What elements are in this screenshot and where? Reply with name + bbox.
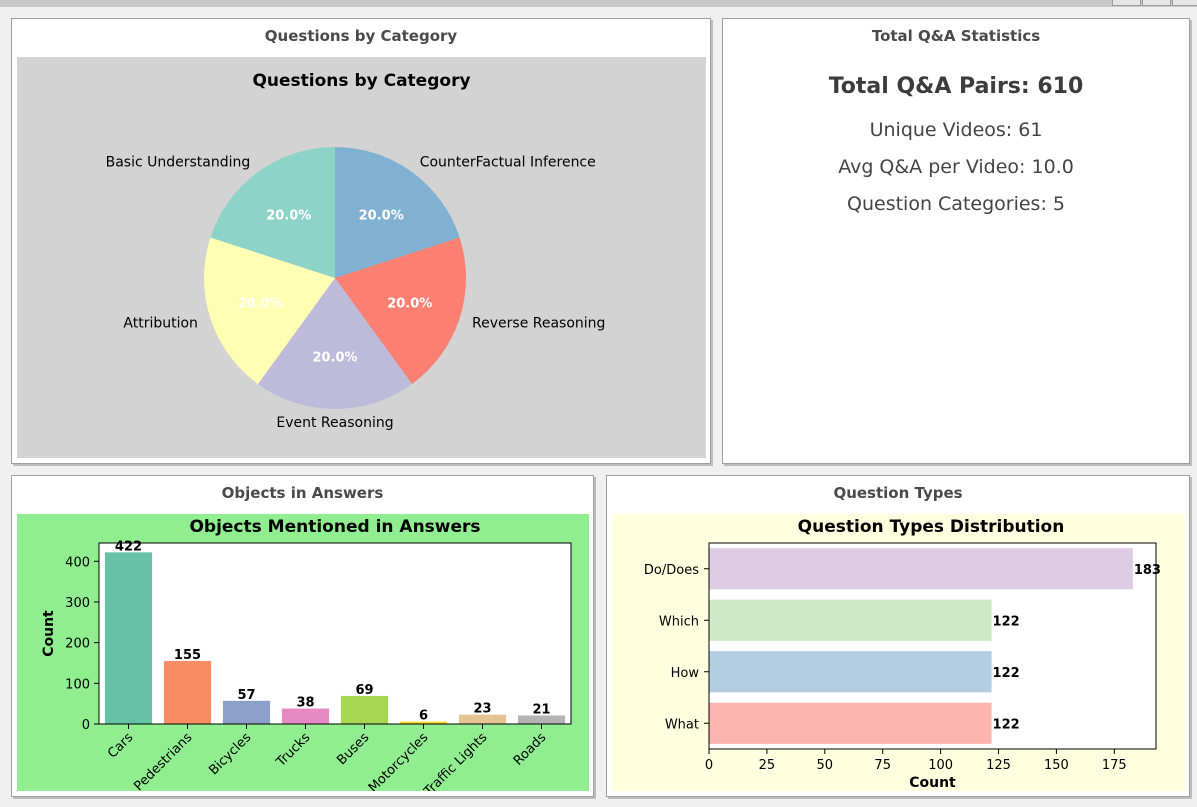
object-value-label: 69 [355, 683, 373, 698]
type-bar [709, 702, 992, 744]
stats-panel-title: Total Q&A Statistics [871, 27, 1041, 45]
object-bar [104, 552, 153, 724]
object-bar [222, 700, 271, 724]
pie-category-label: Reverse Reasoning [472, 316, 605, 332]
object-bar [340, 695, 389, 724]
unique-videos-text: Unique Videos: 61 [869, 119, 1043, 141]
pie-pct-label: 20.0% [387, 296, 432, 311]
type-bar [709, 599, 992, 641]
pie-category-label: Basic Understanding [106, 154, 251, 170]
y-tick-label: 400 [65, 555, 90, 570]
category-pie-chart: Questions by Category 20.0% CounterFactual… [17, 57, 706, 458]
y-tick-label: 200 [65, 637, 90, 652]
close-button[interactable] [1172, 0, 1197, 6]
pie-pct-label: 20.0% [238, 296, 283, 311]
stats-panel: Total Q&A Statistics Total Q&A Pairs: 61… [722, 18, 1190, 464]
y-tick-label: 0 [82, 718, 90, 733]
pie-pct-label: 20.0% [359, 208, 404, 223]
question-types-chart: Question Types Distribution 0 25 50 75 100 125… [612, 514, 1185, 791]
pie-chart-title: Questions by Category [252, 71, 470, 91]
x-tick-label: 25 [759, 758, 776, 773]
category-count-text: Question Categories: 5 [847, 193, 1065, 215]
objects-y-axis-label: Count [41, 610, 57, 657]
y-category-label: How [671, 666, 700, 681]
pie-category-label: CounterFactual Inference [420, 154, 596, 170]
object-value-label: 23 [473, 702, 491, 717]
object-value-label: 57 [237, 688, 255, 703]
pie-category-label: Attribution [123, 316, 198, 332]
minimize-button[interactable] [1112, 0, 1141, 6]
object-value-label: 21 [532, 702, 550, 717]
y-category-label: Which [659, 614, 699, 629]
type-value-label: 122 [993, 614, 1020, 629]
object-value-label: 155 [174, 648, 201, 663]
object-value-label: 38 [296, 696, 314, 711]
type-value-label: 122 [993, 666, 1020, 681]
x-tick-label: 125 [986, 758, 1011, 773]
x-tick-label: 100 [928, 758, 953, 773]
objects-chart-title: Objects Mentioned in Answers [189, 517, 480, 537]
objects-bar-chart: Objects Mentioned in Answers 0 100 200 300 40… [17, 514, 589, 791]
x-tick-label: 175 [1102, 758, 1127, 773]
pie-pct-label: 20.0% [312, 351, 357, 366]
y-category-label: What [665, 717, 699, 732]
x-tick-label: 50 [817, 758, 834, 773]
window-top-bar [0, 0, 1197, 7]
avg-per-video-text: Avg Q&A per Video: 10.0 [838, 156, 1074, 178]
y-tick-label: 300 [65, 596, 90, 611]
type-bar [709, 651, 992, 693]
objects-panel: Objects in Answers Objects Mentioned in … [11, 475, 594, 797]
object-value-label: 422 [115, 539, 142, 554]
objects-panel-title: Objects in Answers [221, 484, 384, 502]
x-tick-label: 150 [1044, 758, 1069, 773]
y-category-label: Do/Does [644, 563, 699, 578]
pie-category-label: Event Reasoning [276, 415, 393, 431]
y-tick-label: 100 [65, 677, 90, 692]
object-value-label: 6 [419, 709, 428, 724]
x-tick-label: 0 [705, 758, 713, 773]
types-panel-title: Question Types [833, 484, 963, 502]
maximize-button[interactable] [1142, 0, 1171, 6]
category-panel-title: Questions by Category [264, 27, 458, 45]
types-panel: Question Types Question Types Distributi… [606, 475, 1190, 797]
types-x-axis-label: Count [909, 775, 956, 791]
pie-pct-label: 20.0% [266, 208, 311, 223]
category-panel: Questions by Category Questions by Categ… [11, 18, 711, 464]
total-pairs-text: Total Q&A Pairs: 610 [828, 74, 1084, 99]
type-bar [709, 548, 1133, 590]
type-value-label: 183 [1134, 563, 1161, 578]
x-tick-label: 75 [874, 758, 891, 773]
object-bar [163, 660, 212, 724]
types-chart-title: Question Types Distribution [798, 517, 1065, 537]
type-value-label: 122 [993, 717, 1020, 732]
object-bar [281, 708, 330, 724]
